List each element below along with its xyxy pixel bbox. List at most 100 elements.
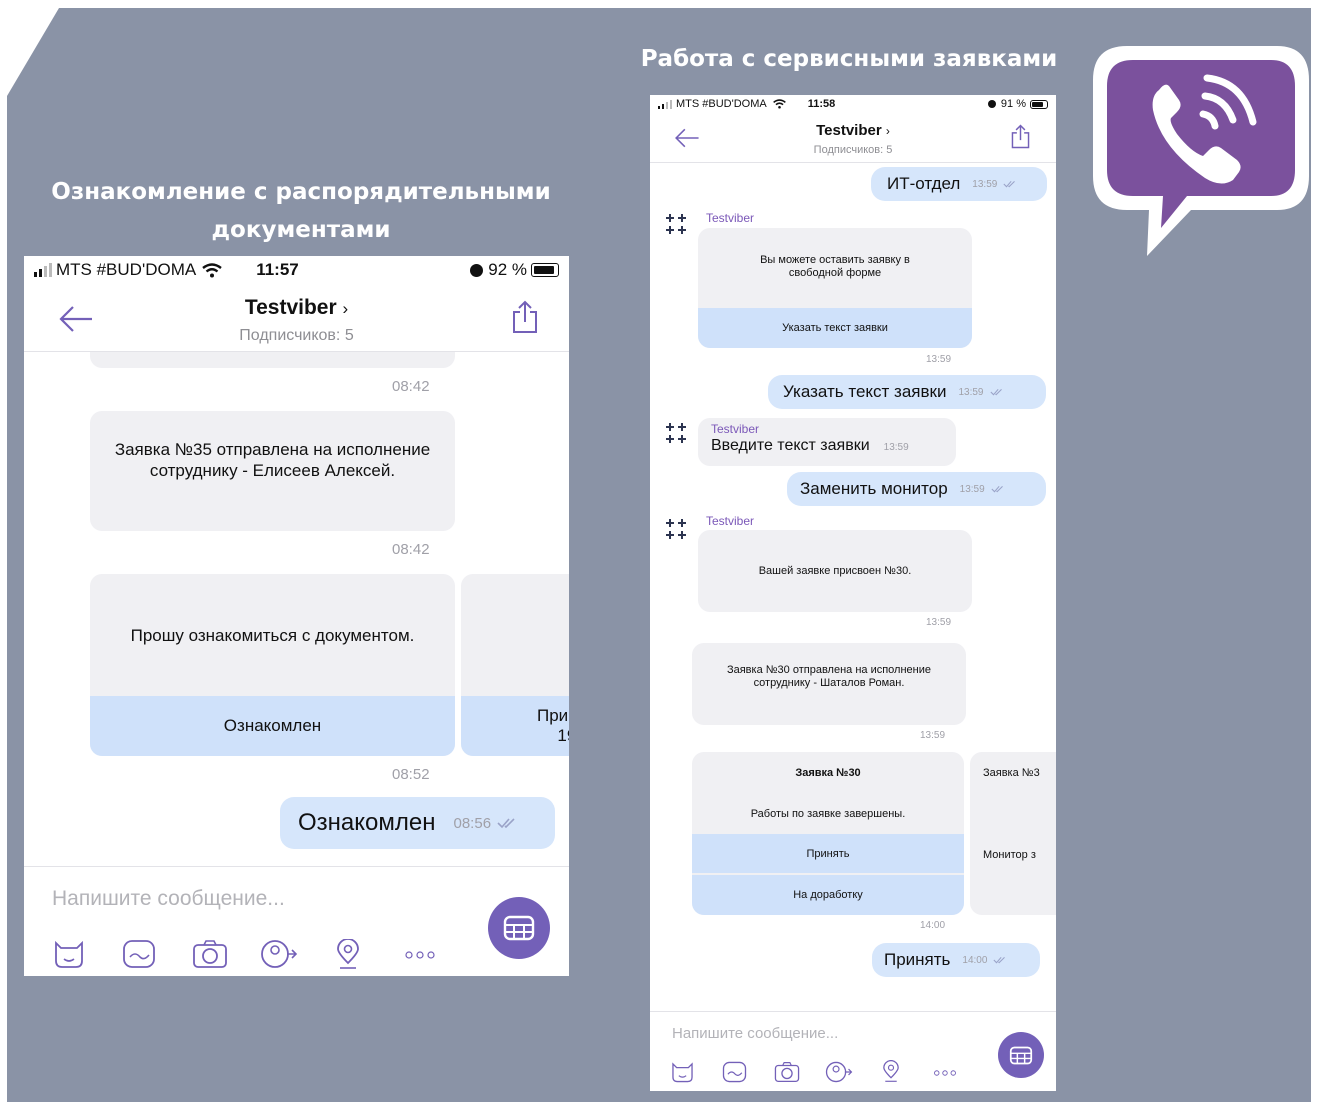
keyboard-button[interactable] bbox=[998, 1032, 1044, 1078]
slide-title-left: Ознакомление с распорядительными докумен… bbox=[51, 179, 551, 243]
slide-title-right: Работа с сервисными заявками bbox=[640, 46, 1058, 72]
corner-decoration bbox=[7, 8, 59, 96]
rich-message-card: Прошу ознакомиться с документом. Ознаком… bbox=[90, 574, 455, 756]
outgoing-message: Принять 14:00 bbox=[872, 943, 1040, 977]
carrier-label: MTS #BUD'DOMA bbox=[56, 260, 197, 279]
outgoing-message: Ознакомлен 08:56 bbox=[280, 797, 555, 849]
outgoing-text: Заменить монитор bbox=[800, 479, 948, 498]
incoming-text: Введите текст заявки bbox=[711, 437, 870, 454]
status-bar: MTS #BUD'DOMA 11:57 92 % bbox=[24, 256, 569, 284]
message-time: 13:59 bbox=[926, 617, 952, 628]
double-check-icon bbox=[497, 818, 515, 829]
battery-icon bbox=[1030, 99, 1048, 109]
rich-message-card: Заявка №30 Работы по заявке завершены. П… bbox=[692, 752, 964, 915]
keyboard-button[interactable] bbox=[488, 897, 550, 959]
slide-background: Ознакомление с распорядительными докумен… bbox=[7, 8, 1311, 1102]
previous-message-bubble bbox=[90, 352, 455, 368]
bot-avatar-icon bbox=[666, 423, 686, 443]
accept-button[interactable]: Принять bbox=[692, 834, 964, 873]
message-time: 14:00 bbox=[962, 954, 988, 966]
double-check-icon bbox=[993, 956, 1006, 964]
gif-icon[interactable] bbox=[122, 939, 156, 969]
message-time: 13:59 bbox=[926, 354, 952, 365]
composer: Напишите сообщение... bbox=[24, 866, 569, 976]
message-bubble: Заявка №35 отправлена на исполнение сотр… bbox=[90, 411, 455, 531]
chevron-right-icon: › bbox=[342, 299, 349, 318]
wifi-icon bbox=[202, 262, 222, 277]
sticker-icon[interactable] bbox=[52, 939, 86, 969]
message-time: 13:59 bbox=[883, 442, 909, 453]
outgoing-text: ИТ-отдел bbox=[887, 174, 961, 193]
sender-name: Testviber bbox=[711, 422, 760, 436]
incoming-message: Testviber Введите текст заявки 13:59 bbox=[698, 418, 956, 466]
clock: 11:57 bbox=[256, 260, 299, 279]
message-time: 14:00 bbox=[920, 920, 946, 931]
bot-avatar-icon bbox=[666, 519, 686, 539]
rework-button[interactable]: На доработку bbox=[692, 875, 964, 915]
subscriber-count: Подписчиков: 5 bbox=[813, 144, 893, 156]
send-contact-icon[interactable] bbox=[825, 1061, 853, 1083]
status-bar: MTS #BUD'DOMA 11:58 91 % bbox=[650, 95, 1056, 113]
share-icon[interactable] bbox=[1011, 124, 1030, 149]
acknowledge-button[interactable]: Ознакомлен bbox=[90, 696, 455, 756]
chat-title[interactable]: Testviber › bbox=[24, 296, 569, 320]
message-time: 13:59 bbox=[972, 178, 998, 190]
message-time: 08:56 bbox=[453, 814, 492, 832]
sender-name: Testviber bbox=[706, 514, 755, 528]
message-time: 13:59 bbox=[958, 386, 984, 398]
document-button-label: Прика 19. bbox=[537, 706, 569, 745]
share-icon[interactable] bbox=[512, 300, 538, 334]
outgoing-text: Ознакомлен bbox=[298, 809, 436, 836]
message-input[interactable]: Напишите сообщение... bbox=[672, 1025, 838, 1042]
card-title: Заявка №3 bbox=[983, 767, 1040, 779]
more-icon[interactable] bbox=[933, 1070, 957, 1076]
more-icon[interactable] bbox=[404, 951, 436, 959]
enter-request-text-button[interactable]: Указать текст заявки bbox=[698, 308, 972, 348]
message-time: 08:52 bbox=[392, 766, 430, 783]
chat-title-text: Testviber bbox=[816, 122, 882, 139]
card-text: Монитор з bbox=[983, 849, 1036, 861]
message-time: 08:42 bbox=[392, 541, 430, 558]
battery-percent: 91 % bbox=[1000, 98, 1026, 110]
outgoing-message: Заменить монитор 13:59 bbox=[787, 472, 1046, 506]
battery-percent: 92 % bbox=[488, 260, 527, 279]
location-icon[interactable] bbox=[334, 939, 362, 971]
double-check-icon bbox=[989, 388, 1002, 396]
document-button[interactable]: Прика 19. bbox=[461, 696, 569, 756]
chat-title[interactable]: Testviber › bbox=[650, 122, 1056, 139]
chat-title-text: Testviber bbox=[244, 296, 337, 319]
gif-icon[interactable] bbox=[722, 1061, 747, 1083]
rich-message-card-next: Заявка №3 Монитор з bbox=[970, 752, 1056, 915]
message-bubble: Вашей заявке присвоен №30. bbox=[698, 530, 972, 612]
wifi-icon bbox=[772, 99, 786, 109]
phone-screenshot-left: MTS #BUD'DOMA 11:57 92 % Testviber › Под… bbox=[24, 256, 569, 976]
alarm-icon bbox=[987, 100, 996, 108]
message-time: 13:59 bbox=[920, 730, 946, 741]
send-contact-icon[interactable] bbox=[260, 939, 298, 969]
signal-icon bbox=[658, 99, 672, 109]
battery-icon bbox=[531, 263, 559, 277]
chevron-right-icon: › bbox=[885, 124, 890, 138]
message-time: 13:59 bbox=[959, 483, 985, 495]
carrier-label: MTS #BUD'DOMA bbox=[676, 98, 767, 110]
card-text: Вы можете оставить заявку в свободной фо… bbox=[760, 254, 910, 279]
location-icon[interactable] bbox=[881, 1060, 901, 1084]
sender-name: Testviber bbox=[706, 211, 755, 225]
keyboard-icon bbox=[503, 915, 535, 941]
chat-header: Testviber › Подписчиков: 5 bbox=[24, 286, 569, 352]
alarm-icon bbox=[470, 263, 484, 277]
camera-icon[interactable] bbox=[192, 939, 228, 969]
keyboard-icon bbox=[1009, 1046, 1033, 1064]
chat-header: Testviber › Подписчиков: 5 bbox=[650, 115, 1056, 163]
camera-icon[interactable] bbox=[774, 1061, 800, 1083]
signal-icon bbox=[34, 263, 52, 277]
message-input[interactable]: Напишите сообщение... bbox=[52, 887, 285, 911]
sticker-icon[interactable] bbox=[670, 1061, 695, 1083]
rich-message-card: Вы можете оставить заявку в свободной фо… bbox=[698, 228, 972, 348]
clock: 11:58 bbox=[807, 98, 836, 110]
outgoing-text: Указать текст заявки bbox=[783, 382, 947, 401]
card-title: Заявка №30 bbox=[795, 767, 861, 779]
outgoing-text: Принять bbox=[884, 950, 951, 969]
outgoing-message: ИТ-отдел 13:59 bbox=[871, 167, 1047, 201]
composer: Напишите сообщение... bbox=[650, 1011, 1056, 1091]
